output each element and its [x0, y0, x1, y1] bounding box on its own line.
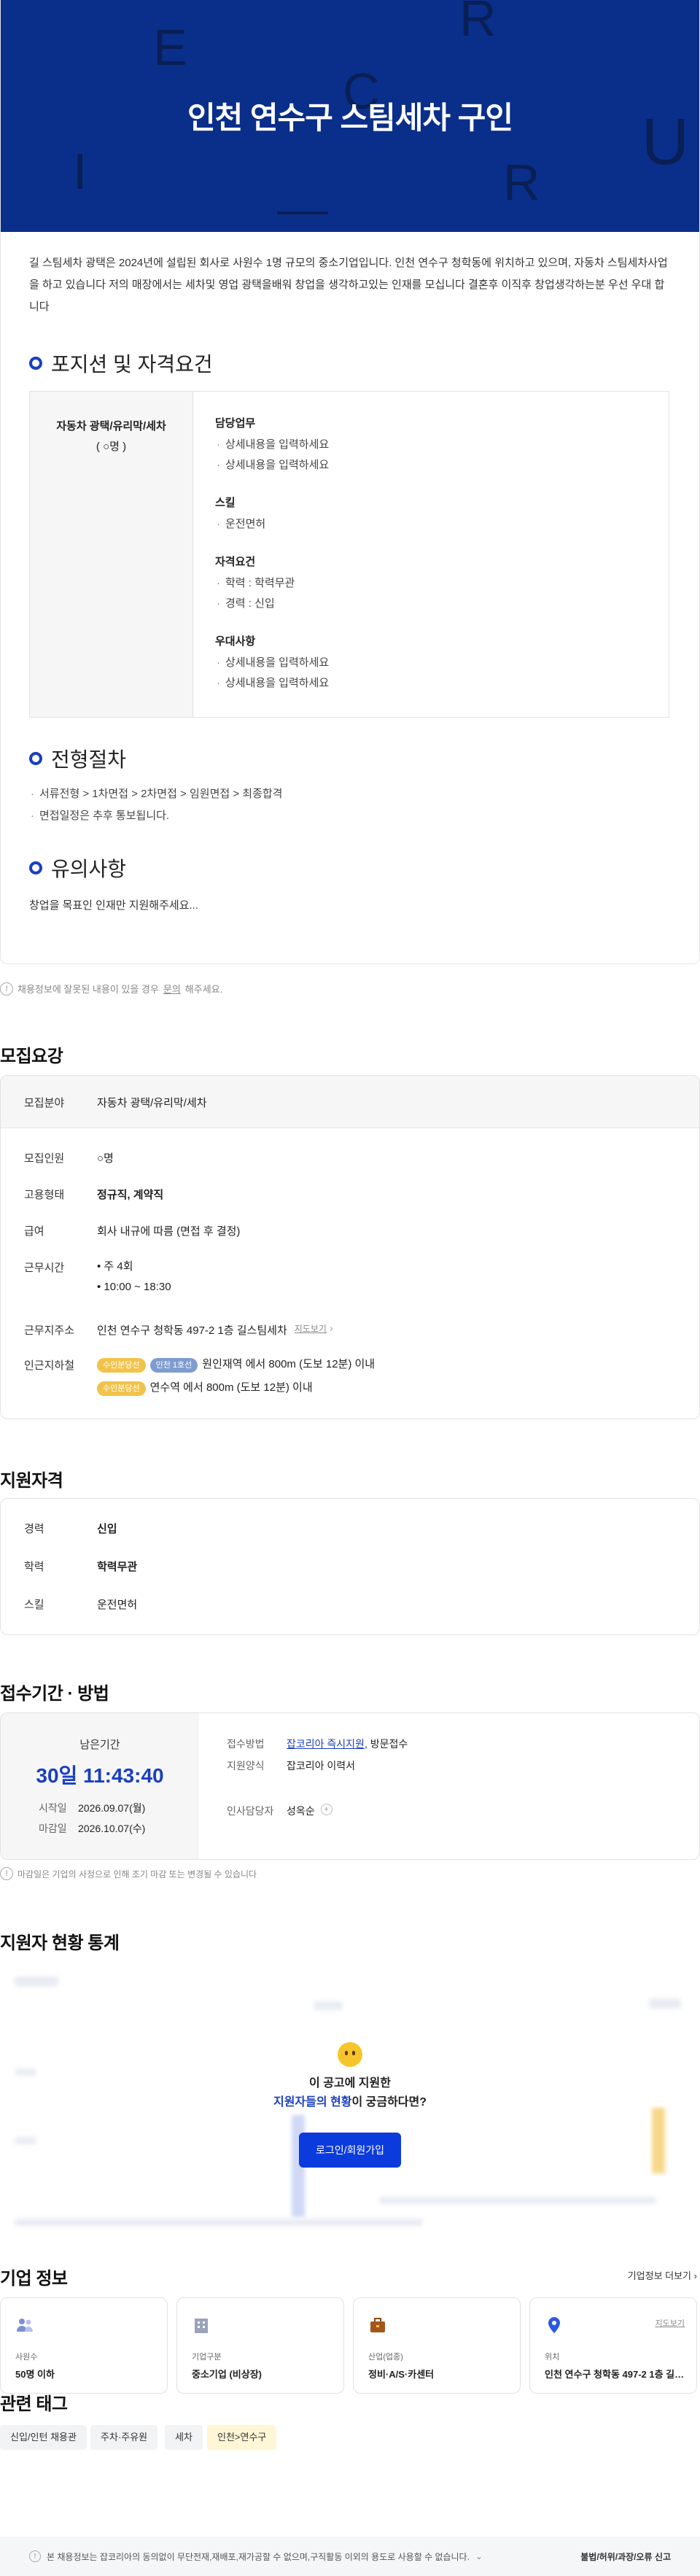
- report-button[interactable]: 불법/허위/과장/오류 신고: [580, 2550, 671, 2563]
- company-intro: 길 스팀세차 광택은 2024년에 설립된 회사로 사원수 1명 규모의 중소기…: [29, 257, 668, 313]
- instant-apply-link[interactable]: 잡코리아 즉시지원: [287, 1737, 365, 1751]
- copyright-notice: ! 본 채용정보는 잡코리아의 동의없이 무단전재,재배포,재가공할 수 없으며…: [29, 2550, 483, 2563]
- hero-banner: E C R R U I 인천 연수구 스팀세차 구인: [0, 0, 700, 232]
- row-subway: 인근지하철 수인분당선 인천 1호선 원인재역 에서 800m (도보 12분) 이…: [24, 1357, 375, 1400]
- section-process-heading: 전형절차: [29, 744, 126, 773]
- apply-form: 지원양식 잡코리아 이력서: [227, 1760, 356, 1772]
- ring-bullet-icon: [29, 752, 42, 765]
- chevron-right-icon: ›: [693, 2270, 697, 2281]
- row-count: 모집인원 ○명: [24, 1152, 114, 1165]
- process-list: 서류전형 > 1차면접 > 2차면접 > 임원면접 > 최종합격 면접일정은 추…: [29, 783, 282, 827]
- footer-bar: ! 본 채용정보는 잡코리아의 동의없이 무단전재,재배포,재가공할 수 없으며…: [0, 2537, 700, 2576]
- ring-bullet-icon: [29, 861, 42, 874]
- hr-manager: 인사담당자 성옥순 +: [227, 1804, 332, 1818]
- row-salary: 급여 회사 내규에 따름 (면접 후 결정): [24, 1225, 241, 1238]
- row-career: 경력 신입: [24, 1523, 117, 1535]
- company-card-type: 기업구분 중소기업 (비상장): [176, 2297, 344, 2394]
- section-position-heading: 포지션 및 자격요건: [29, 349, 213, 378]
- tag-item[interactable]: 인천>연수구: [207, 2425, 277, 2450]
- report-link[interactable]: 문의: [163, 982, 181, 996]
- people-icon: [17, 2319, 33, 2332]
- chevron-down-icon[interactable]: ⌄: [475, 2551, 483, 2561]
- row-employment: 고용형태 정규직, 계약직: [24, 1189, 164, 1201]
- position-details: 담당업무 상세내용을 입력하세요상세내용을 입력하세요 스킬 운전면허 자격요건…: [193, 392, 329, 717]
- tags-title: 관련 태그: [0, 2394, 68, 2414]
- company-card-industry: 산업(업종) 정비·A/S·카센터: [353, 2297, 521, 2394]
- row-hours: 근무시간 • 주 4회 • 10:00 ~ 18:30: [24, 1260, 171, 1293]
- hero-ghost-letter: E: [153, 19, 187, 76]
- info-icon: !: [0, 1867, 13, 1880]
- stats-login-prompt: 이 공고에 지원한 지원자들의 현황이 궁금하다면? 로그인/회원가입: [241, 2042, 459, 2168]
- qualification-card: 경력 신입 학력 학력무관 스킬 운전면허: [0, 1498, 700, 1635]
- ring-bullet-icon: [29, 357, 42, 370]
- thinking-face-icon: [338, 2042, 362, 2067]
- building-icon: [195, 2319, 208, 2333]
- qualification-title: 지원자격: [0, 1471, 63, 1491]
- company-more-link[interactable]: 기업정보 더보기 ›: [628, 2268, 697, 2282]
- row-education: 학력 학력무관: [24, 1561, 138, 1573]
- hero-ghost-letter: R: [459, 0, 497, 47]
- hero-ghost-bar: [277, 212, 328, 214]
- row-field: 모집분야 자동차 광택/유리막/세차: [24, 1097, 207, 1109]
- location-map-link[interactable]: 지도보기: [656, 2317, 685, 2329]
- stats-title: 지원자 현황 통계: [0, 1933, 120, 1953]
- company-card-location: 지도보기 위치 인천 연수구 청학동 497-2 1층 길스팀세차: [529, 2297, 697, 2394]
- hero-ghost-letter: R: [503, 154, 540, 211]
- start-date: 시작일 2026.09.07(월): [39, 1802, 146, 1814]
- requirement-group: 자격요건 학력 : 학력무관경력 : 신입: [215, 554, 329, 614]
- briefcase-icon: [370, 2318, 385, 2332]
- info-icon: !: [0, 982, 13, 996]
- hero-ghost-letter: I: [73, 143, 88, 200]
- subway-chip: 수인분당선: [97, 1381, 146, 1396]
- position-table: 자동차 광택/유리막/세차 ( ○명 ) 담당업무 상세내용을 입력하세요상세내…: [29, 391, 669, 718]
- skill-group: 스킬 운전면허: [215, 494, 329, 535]
- row-skill: 스킬 운전면허: [24, 1599, 138, 1611]
- summary-card: 모집분야 자동차 광택/유리막/세차 모집인원 ○명 고용형태 정규직, 계약직 급여…: [0, 1075, 700, 1419]
- period-card: 남은기간 30일 11:43:40 시작일 2026.09.07(월) 마감일 20…: [0, 1712, 700, 1860]
- page-title: 인천 연수구 스팀세차 구인: [187, 101, 513, 135]
- end-date: 마감일 2026.10.07(수): [39, 1823, 146, 1834]
- subway-chip: 수인분당선: [97, 1358, 146, 1373]
- duty-group: 담당업무 상세내용을 입력하세요상세내용을 입력하세요: [215, 415, 329, 476]
- row-address: 근무지주소 인천 연수구 청학동 497-2 1층 길스팀세차 지도보기 ›: [24, 1322, 333, 1338]
- subway-chip: 인천 1호선: [149, 1358, 198, 1373]
- section-notice-heading: 유의사항: [29, 853, 126, 882]
- remain-time: 30일 11:43:40: [36, 1764, 164, 1787]
- tag-item[interactable]: 신입/인턴 채용관: [0, 2425, 87, 2450]
- stats-panel: 이 공고에 지원한 지원자들의 현황이 궁금하다면? 로그인/회원가입: [0, 1962, 700, 2246]
- info-icon: !: [29, 2550, 41, 2562]
- pin-icon: [548, 2317, 560, 2333]
- notice-text: 창업을 목표인 인재만 지원해주세요...: [29, 899, 199, 912]
- period-note: ! 마감일은 기업의 사정으로 인해 조기 마감 또는 변경될 수 있습니다: [0, 1867, 257, 1880]
- company-title: 기업 정보: [0, 2269, 68, 2289]
- report-note: ! 채용정보에 잘못된 내용이 있을 경우 문의 해주세요.: [0, 982, 222, 996]
- tag-item[interactable]: 주차·주유원: [90, 2425, 158, 2450]
- apply-method: 접수방법 잡코리아 즉시지원, 방문접수: [227, 1737, 408, 1751]
- company-card-employees: 사원수 50명 이하: [0, 2297, 168, 2394]
- summary-title: 모집요강: [0, 1047, 63, 1066]
- tag-item[interactable]: 세차: [165, 2425, 203, 2450]
- chevron-right-icon: ›: [329, 1322, 333, 1335]
- map-link[interactable]: 지도보기: [295, 1322, 327, 1338]
- plus-icon[interactable]: +: [320, 1804, 332, 1815]
- period-title: 접수기간 · 방법: [0, 1684, 109, 1704]
- position-name-cell: 자동차 광택/유리막/세차 ( ○명 ): [30, 392, 193, 717]
- login-button[interactable]: 로그인/회원가입: [299, 2133, 401, 2168]
- preference-group: 우대사항 상세내용을 입력하세요상세내용을 입력하세요: [215, 633, 329, 694]
- remain-label: 남은기간: [79, 1739, 120, 1751]
- position-name: 자동차 광택/유리막/세차: [56, 420, 166, 432]
- position-count: ( ○명 ): [96, 441, 127, 453]
